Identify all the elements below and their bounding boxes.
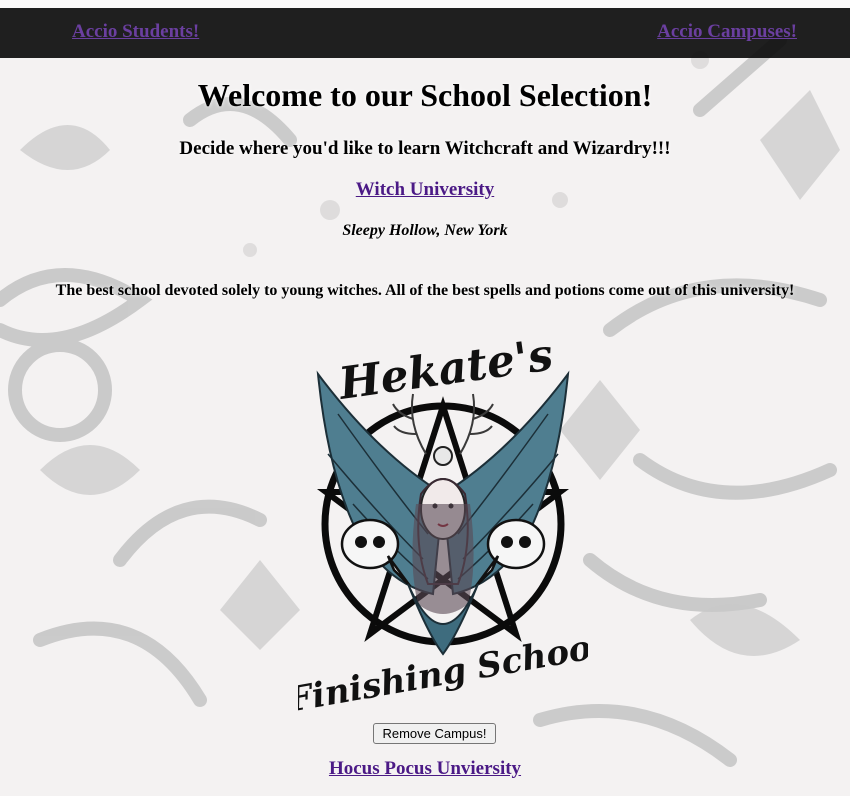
- campus-location: Sleepy Hollow, New York: [342, 222, 508, 239]
- campus-link-hocus-pocus[interactable]: Hocus Pocus Unviersity: [329, 758, 521, 779]
- hekate-logo-icon: Hekate's Finishing School: [298, 334, 588, 714]
- page-title: Welcome to our School Selection!: [197, 77, 653, 113]
- top-strip: [0, 0, 850, 8]
- campus-description: The best school devoted solely to young …: [55, 282, 795, 299]
- remove-campus-button[interactable]: Remove Campus!: [373, 723, 496, 744]
- page-subtitle: Decide where you'd like to learn Witchcr…: [179, 138, 671, 159]
- campus-link-witch-university[interactable]: Witch University: [356, 179, 494, 200]
- logo-top-text: Hekate's: [334, 334, 556, 410]
- top-navigation-bar: Accio Students! Accio Campuses!: [0, 8, 850, 58]
- accio-students-link[interactable]: Accio Students!: [72, 21, 199, 43]
- campus-name-heading: Witch University: [0, 179, 850, 201]
- accio-campuses-link[interactable]: Accio Campuses!: [657, 21, 797, 43]
- campus-name-heading: Hocus Pocus Unviersity: [0, 758, 850, 780]
